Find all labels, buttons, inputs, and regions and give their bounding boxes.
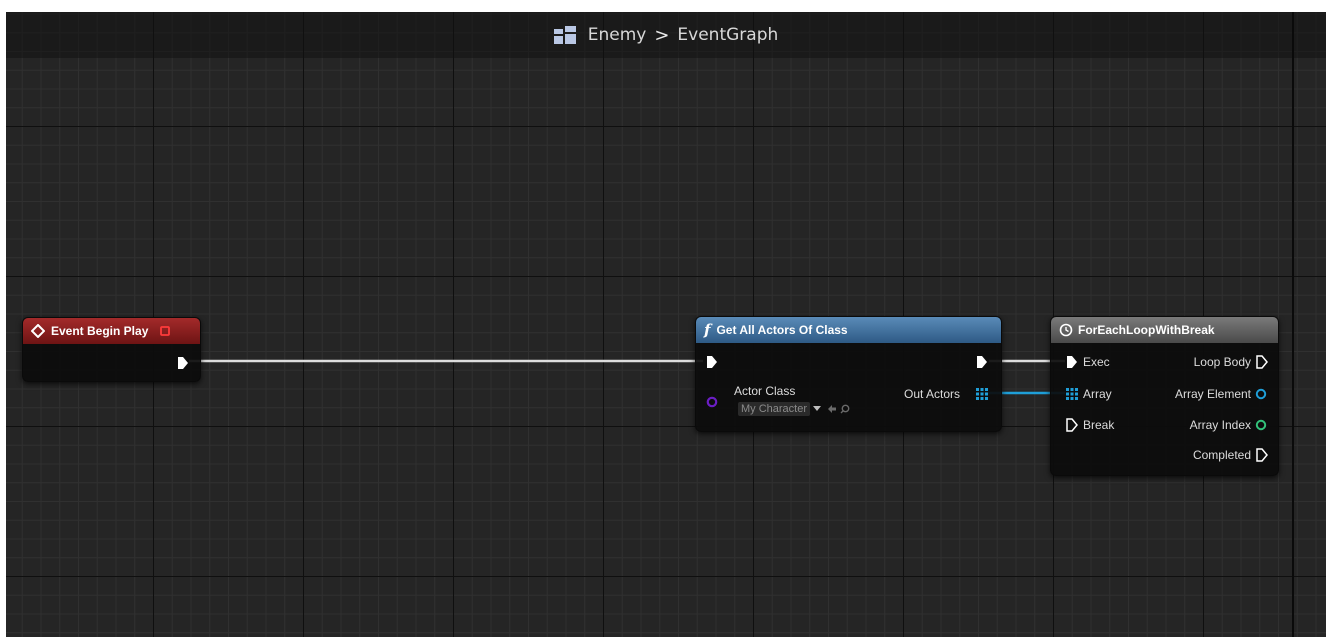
delegate-pin-icon[interactable]	[160, 326, 171, 336]
node-header: f Get All Actors Of Class	[696, 317, 1001, 343]
graph-editor-canvas[interactable]: Enemy > EventGraph Event Begin Play f Ge…	[6, 12, 1326, 637]
breadcrumb-bar: Enemy > EventGraph	[6, 12, 1326, 58]
out-actors-label: Out Actors	[904, 387, 961, 401]
get-all-actors-of-class-node[interactable]: f Get All Actors Of Class Actor Class My…	[695, 316, 1002, 432]
event-diamond-icon	[31, 324, 45, 338]
node-title: ForEachLoopWithBreak	[1078, 323, 1215, 337]
actor-class-value: My Character	[738, 402, 811, 416]
node-header: ForEachLoopWithBreak	[1051, 317, 1278, 343]
array-grid-pin-icon[interactable]	[1066, 388, 1078, 400]
array-input-label: Array	[1083, 387, 1112, 401]
foreach-loop-with-break-node[interactable]: ForEachLoopWithBreak Exec Array Break Lo…	[1050, 316, 1279, 476]
array-element-pin[interactable]	[1255, 388, 1267, 400]
actor-class-selector[interactable]: My Character	[738, 402, 850, 416]
completed-exec-pin[interactable]	[1256, 448, 1268, 462]
browse-search-icon[interactable]	[840, 404, 850, 414]
node-header: Event Begin Play	[23, 318, 200, 344]
exec-out-pin[interactable]	[177, 356, 189, 370]
use-selected-arrow-icon[interactable]	[827, 404, 837, 414]
breadcrumb-graph[interactable]: EventGraph	[677, 25, 778, 45]
exec-input-label: Exec	[1083, 355, 1110, 369]
panel-divider	[1292, 12, 1294, 637]
loop-body-label: Loop Body	[1193, 355, 1251, 369]
array-index-label: Array Index	[1189, 418, 1251, 432]
function-icon: f	[704, 321, 711, 339]
array-element-label: Array Element	[1174, 387, 1251, 401]
exec-in-pin[interactable]	[1066, 355, 1078, 369]
array-grid-pin-icon[interactable]	[976, 388, 988, 400]
chevron-down-icon	[813, 406, 822, 412]
array-index-pin[interactable]	[1255, 419, 1267, 431]
actor-class-pin[interactable]	[706, 396, 718, 408]
node-title: Event Begin Play	[51, 324, 149, 338]
loop-body-exec-pin[interactable]	[1256, 355, 1268, 369]
exec-in-pin[interactable]	[706, 355, 718, 369]
break-exec-pin[interactable]	[1066, 418, 1078, 432]
blueprint-grid-icon	[553, 26, 576, 44]
breadcrumb-separator: >	[654, 24, 670, 46]
breadcrumb-asset[interactable]: Enemy	[588, 25, 647, 45]
break-input-label: Break	[1083, 418, 1115, 432]
event-begin-play-node[interactable]: Event Begin Play	[22, 317, 201, 382]
actor-class-label: Actor Class	[734, 384, 796, 398]
exec-out-pin[interactable]	[976, 355, 988, 369]
completed-label: Completed	[1192, 448, 1251, 462]
macro-loop-icon	[1059, 323, 1073, 337]
node-title: Get All Actors Of Class	[716, 323, 848, 337]
